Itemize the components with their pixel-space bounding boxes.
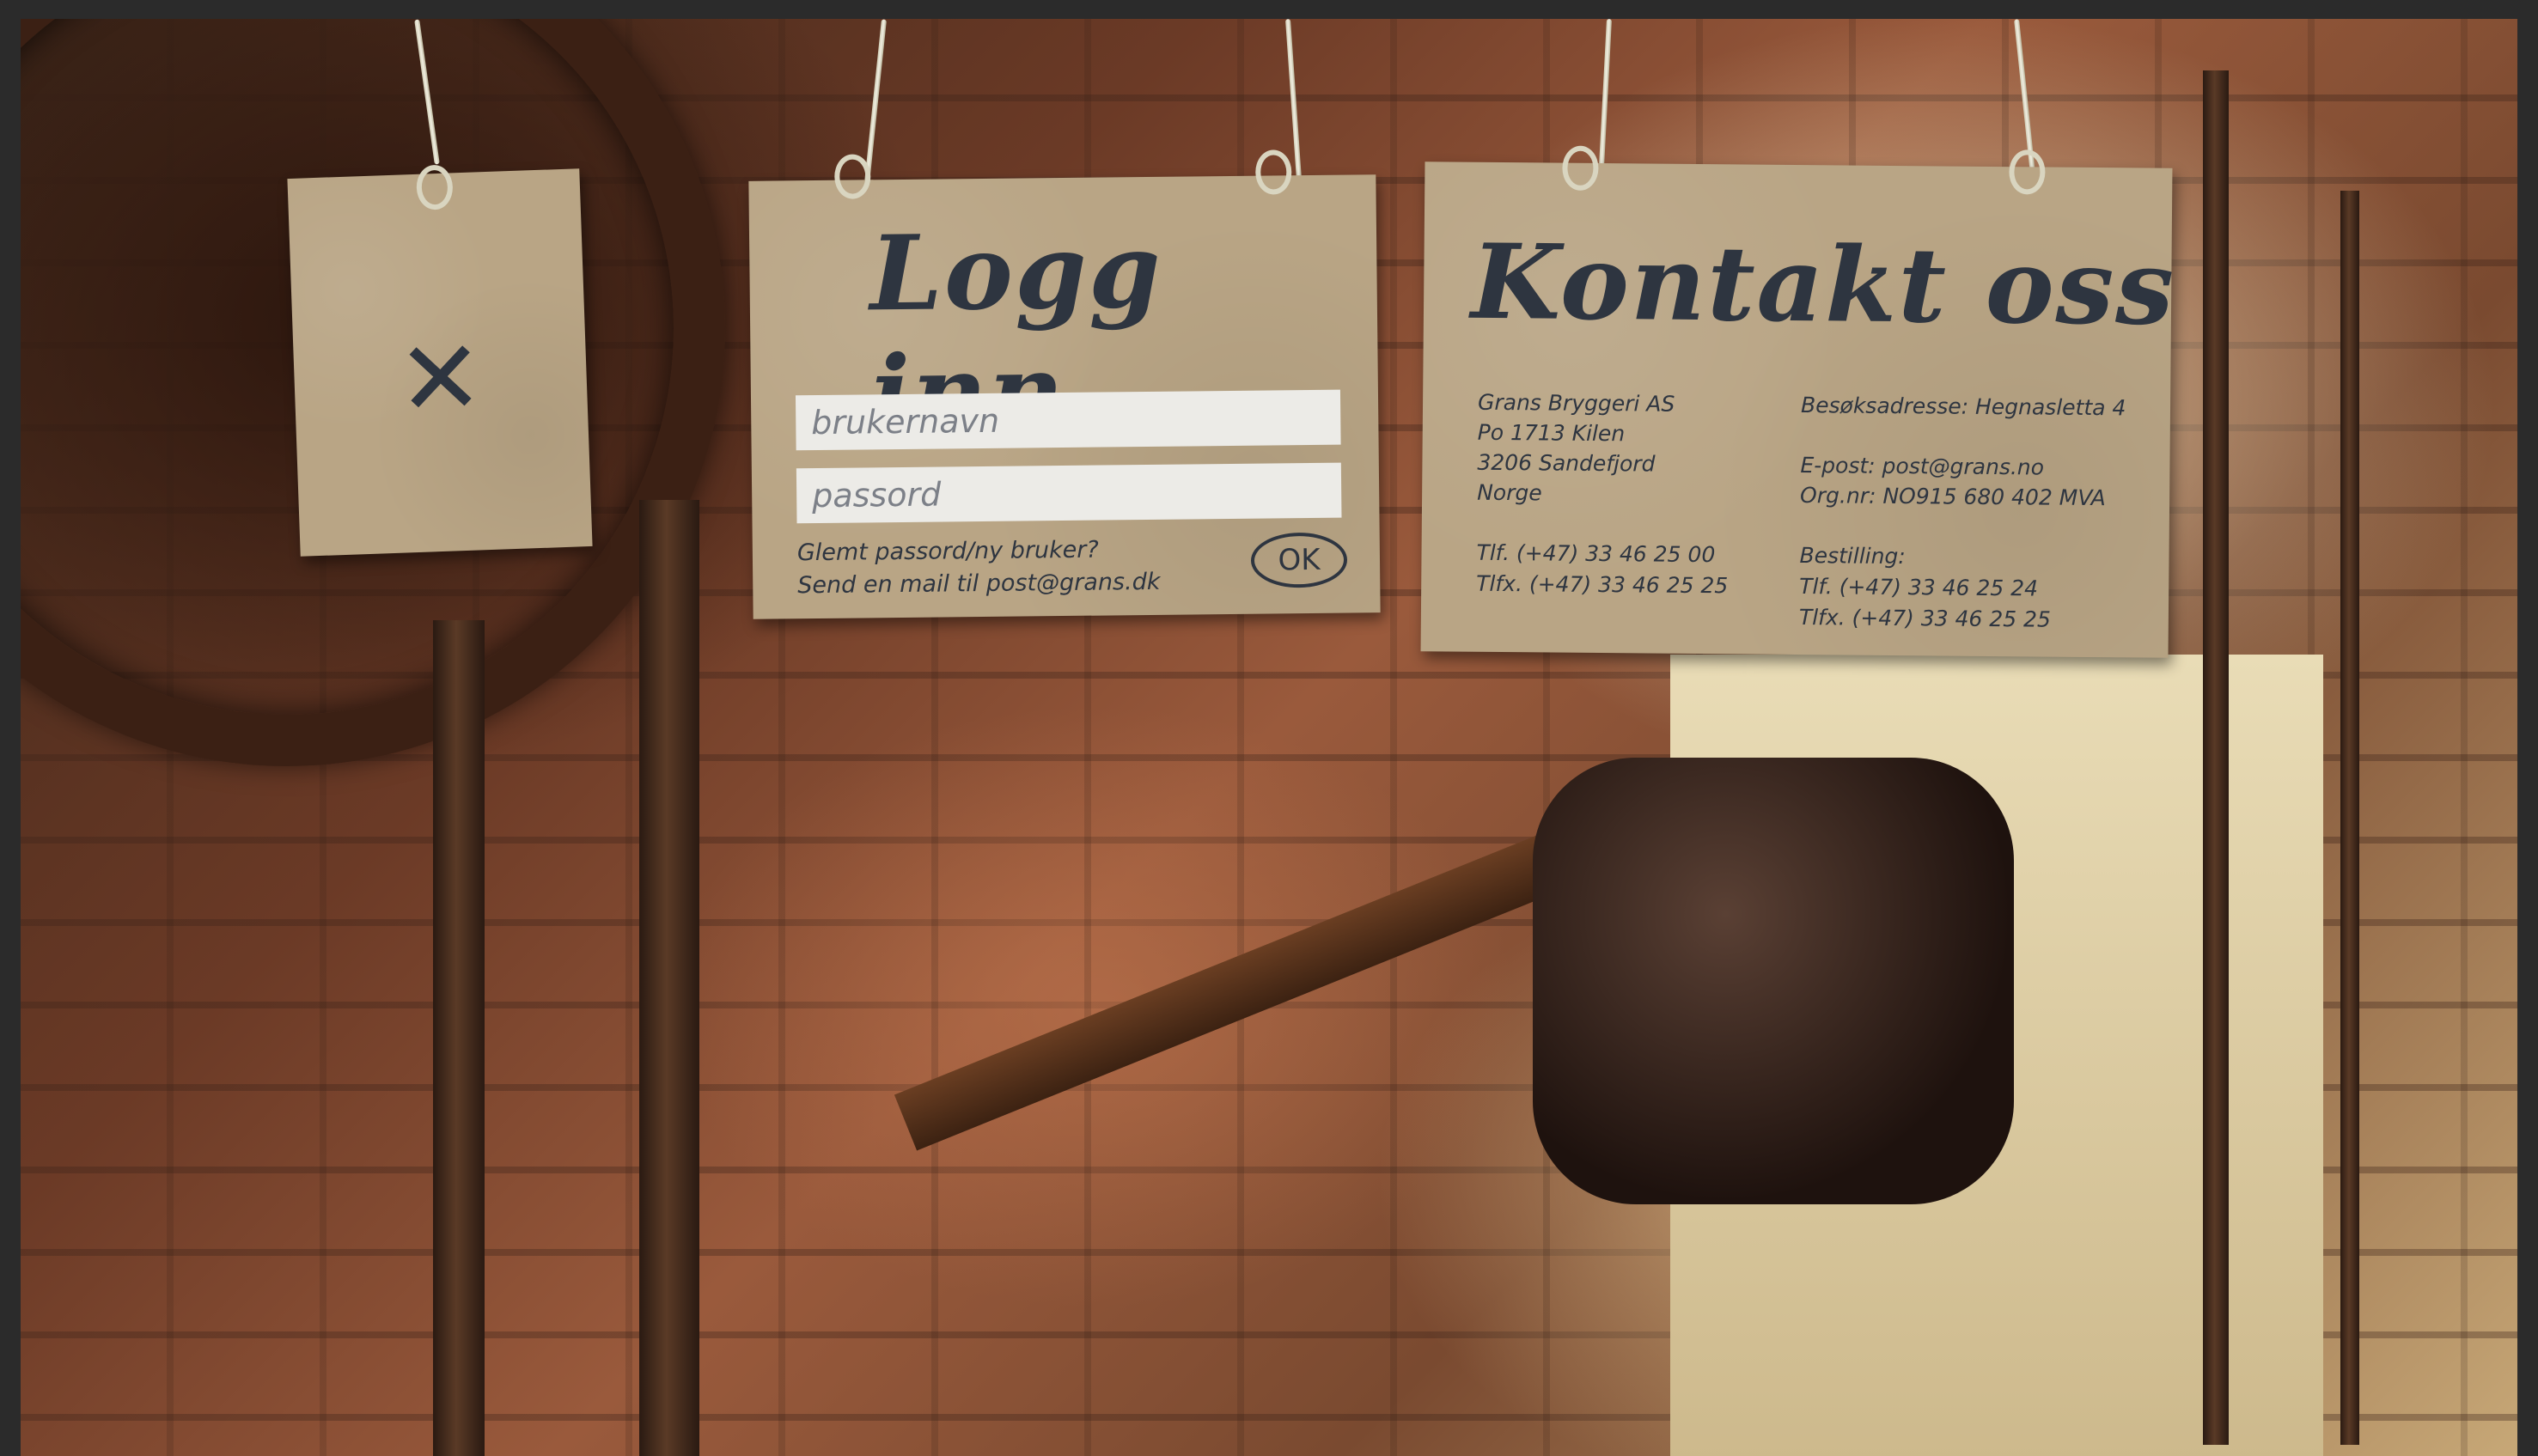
order-label: Bestilling: [1799,543,1906,570]
visit-address: Besøksadresse: Hegnasletta 4 [1800,393,2126,421]
pipe-decoration [639,500,699,1456]
contact-title: Kontakt oss [1470,221,2176,349]
forgot-password-link[interactable]: Glemt passord/ny bruker? [797,537,1099,567]
order-phone: Tlf. (+47) 33 46 25 24 [1799,574,2039,601]
fax-number: Tlfx. (+47) 33 46 25 25 [1476,570,1729,599]
login-card: Logg inn Glemt passord/ny bruker? Send e… [748,149,1381,619]
close-card[interactable]: ✕ [287,164,593,557]
postal-city: 3206 Sandefjord [1477,449,1656,477]
email-link[interactable]: E-post: post@grans.no [1800,453,2044,479]
username-input[interactable] [795,389,1341,451]
string-knot [1255,149,1292,195]
string-knot [2009,149,2046,195]
password-input[interactable] [796,462,1342,524]
contact-card: Kontakt oss Grans Bryggeri AS Po 1713 Ki… [1420,145,2176,658]
company-name: Grans Bryggeri AS [1477,389,1675,417]
mail-contact-text[interactable]: Send en mail til post@grans.dk [797,569,1160,599]
close-icon[interactable]: ✕ [292,314,589,444]
ok-button[interactable]: OK [1250,532,1348,588]
cable-decoration [2203,70,2229,1445]
pipe-decoration [433,620,485,1456]
string-knot [834,154,871,199]
order-fax: Tlfx. (+47) 33 46 25 25 [1798,605,2052,632]
phone-number: Tlf. (+47) 33 46 25 00 [1476,539,1716,568]
po-box: Po 1713 Kilen [1477,419,1626,447]
country: Norge [1477,479,1542,506]
org-number: Org.nr: NO915 680 402 MVA [1800,483,2106,511]
canister-decoration [1533,758,2014,1204]
string-knot [1562,145,1599,191]
cable-decoration [2340,191,2359,1445]
background-photo: ✕ Logg inn Glemt passord/ny bruker? Send… [21,19,2517,1456]
